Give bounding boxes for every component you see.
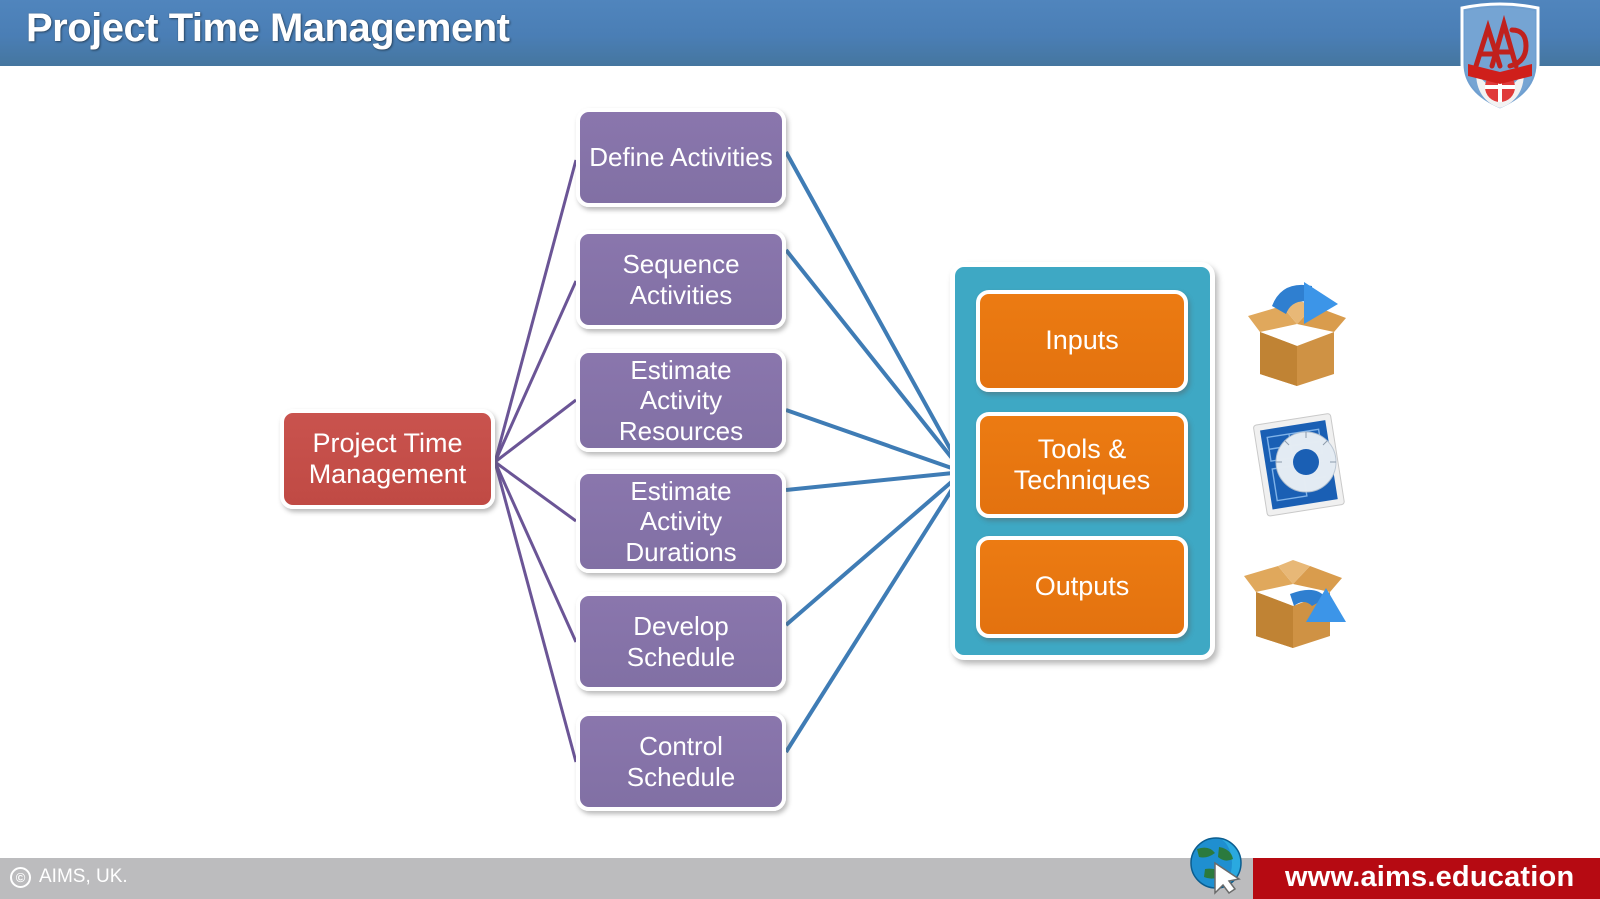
connector-lines xyxy=(493,151,965,763)
process-label-line1: Sequence xyxy=(622,249,740,280)
process-label-line1: Estimate xyxy=(630,355,732,386)
process-label-line1: Estimate xyxy=(630,476,732,507)
process-label-line2: Activity xyxy=(639,506,723,537)
io-connectors xyxy=(784,151,965,754)
process-node-estimate-activity-resources[interactable]: Estimate Activity Resources xyxy=(576,349,786,452)
io-label-line1: Tools & xyxy=(1037,433,1127,464)
process-node-control-schedule[interactable]: Control Schedule xyxy=(576,712,786,811)
process-label-line2: Activity xyxy=(639,385,723,416)
io-label-line1: Inputs xyxy=(1045,325,1119,356)
root-node-label-line1: Project Time xyxy=(312,427,463,458)
io-node-inputs[interactable]: Inputs xyxy=(976,290,1188,392)
io-label-line1: Outputs xyxy=(1034,571,1130,602)
footer-copyright-text: AIMS, UK. xyxy=(39,866,128,887)
root-connectors xyxy=(493,159,578,763)
footer-url-text[interactable]: www.aims.education xyxy=(1285,861,1574,894)
copyright-icon: © xyxy=(10,866,31,888)
process-label-line1: Develop xyxy=(633,611,729,642)
header-underline xyxy=(0,66,1600,69)
process-label-line2: Schedule xyxy=(626,761,736,792)
process-node-develop-schedule[interactable]: Develop Schedule xyxy=(576,592,786,691)
globe-cursor-icon xyxy=(1185,833,1251,895)
process-label-line3: Durations xyxy=(625,536,737,567)
footer-copyright: © AIMS, UK. xyxy=(10,866,128,888)
aims-logo-icon xyxy=(1452,2,1548,114)
process-label-line1: Control xyxy=(639,731,723,762)
process-label-line2: Activities xyxy=(629,279,733,310)
process-node-estimate-activity-durations[interactable]: Estimate Activity Durations xyxy=(576,470,786,573)
process-node-sequence-activities[interactable]: Sequence Activities xyxy=(576,230,786,329)
blueprint-protractor-icon xyxy=(1248,410,1360,520)
box-arrow-in-icon xyxy=(1238,276,1356,388)
page-title: Project Time Management xyxy=(26,6,510,50)
process-label-line2: Schedule xyxy=(626,641,736,672)
io-label-line2: Techniques xyxy=(1013,465,1151,495)
slide-canvas: Project Time Management Project Time Man… xyxy=(0,0,1600,899)
root-node-project-time-management[interactable]: Project Time Management xyxy=(280,409,495,509)
process-label-line3: Resources xyxy=(618,415,744,446)
io-node-tools-techniques[interactable]: Tools & Techniques xyxy=(976,412,1188,518)
io-node-outputs[interactable]: Outputs xyxy=(976,536,1188,638)
process-label-line1: Define Activities xyxy=(589,142,773,173)
process-node-define-activities[interactable]: Define Activities xyxy=(576,108,786,207)
box-arrow-out-icon xyxy=(1238,540,1356,652)
root-node-label-line2: Management xyxy=(308,459,467,489)
